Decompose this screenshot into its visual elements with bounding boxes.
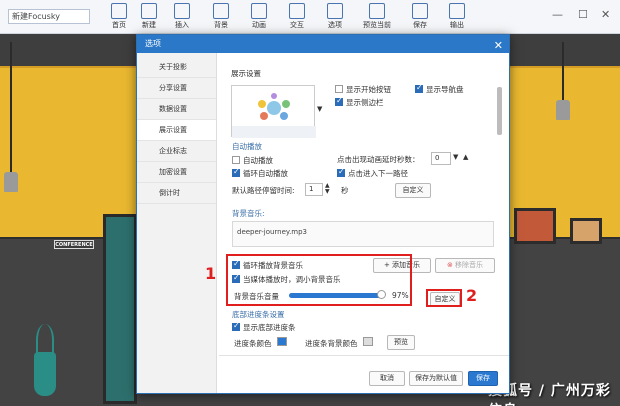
theme-preview-icon (232, 93, 316, 138)
dialog-titlebar: 选项 ✕ (137, 35, 509, 53)
footer-divider (219, 355, 509, 356)
save-toolbar-button[interactable]: 保存 (403, 2, 437, 32)
options-icon (327, 3, 343, 19)
stepper-down-icon[interactable]: ▼ (453, 153, 458, 161)
customize-button-1[interactable]: 自定义 (395, 183, 431, 198)
animation-button[interactable]: 动画 (242, 2, 276, 32)
export-icon (449, 3, 465, 19)
path-stay-stepper-icon[interactable]: ▲ ▼ (325, 183, 330, 195)
home-button[interactable]: 首页 (102, 2, 136, 32)
click-anim-delay-label: 点击出现动画延时秒数： (337, 155, 420, 164)
hanging-lamp-cord (562, 42, 564, 100)
insert-icon (174, 3, 190, 19)
progress-bg-color-swatch[interactable] (363, 337, 373, 346)
save-icon (412, 3, 428, 19)
remove-music-button[interactable]: ⊗ 移除音乐 (435, 258, 495, 273)
bottom-progress-title: 底部进度条设置 (232, 310, 285, 319)
show-navigation-checkbox[interactable] (415, 83, 423, 93)
annotation-box-1 (226, 254, 412, 306)
remove-icon: ⊗ (446, 261, 456, 269)
door (103, 214, 137, 404)
nav-item-logo[interactable]: 企业标志 (137, 141, 216, 162)
nav-item-share[interactable]: 分享设置 (137, 78, 216, 99)
theme-thumbnail[interactable] (231, 85, 316, 138)
nav-item-encrypt[interactable]: 加密设置 (137, 162, 216, 183)
show-start-button-checkbox[interactable] (335, 85, 343, 93)
progress-color-label: 进度条颜色 (234, 339, 272, 348)
path-stay-input[interactable]: 1 (305, 183, 323, 196)
save-button[interactable]: 保存 (468, 371, 498, 386)
interaction-button[interactable]: 交互 (280, 2, 314, 32)
show-sidebar-checkbox[interactable] (335, 96, 343, 106)
close-icon[interactable]: ✕ (494, 37, 503, 55)
preview-icon (369, 3, 385, 19)
background-button[interactable]: 背景 (204, 2, 238, 32)
hanging-lamp-icon (556, 100, 570, 120)
plant-pot (34, 352, 56, 396)
show-bottom-progress-checkbox[interactable] (232, 321, 240, 331)
document-title-field[interactable]: 新建Focusky (8, 9, 90, 24)
minimize-icon[interactable]: — (552, 8, 563, 21)
background-icon (213, 3, 229, 19)
dialog-title: 选项 (145, 39, 161, 48)
hanging-lamp-icon (4, 172, 18, 192)
progress-bg-color-label: 进度条背景颜色 (305, 339, 358, 348)
theme-dropdown-icon[interactable]: ▼ (317, 105, 322, 113)
export-button[interactable]: 输出 (440, 2, 474, 32)
annotation-number-2: 2 (466, 286, 478, 305)
interaction-icon (289, 3, 305, 19)
display-settings-title: 展示设置 (231, 69, 261, 78)
loop-autoplay-checkbox[interactable] (232, 167, 240, 177)
options-button[interactable]: 选项 (318, 2, 352, 32)
content-scrollbar[interactable] (497, 87, 502, 135)
new-button[interactable]: 新建 (132, 2, 166, 32)
home-icon (111, 3, 127, 19)
conference-sign: CONFERENCE (54, 240, 94, 249)
bgm-file-box[interactable]: deeper-journey.mp3 (232, 221, 494, 247)
wall-painting (514, 208, 556, 244)
click-next-path-checkbox[interactable] (337, 167, 345, 177)
nav-item-display[interactable]: 展示设置 (137, 120, 216, 141)
cancel-button[interactable]: 取消 (369, 371, 405, 386)
main-toolbar: 新建Focusky 首页 新建 插入 背景 动画 交互 选项 预览当前 保存 输… (0, 0, 620, 34)
bgm-section-title: 背景音乐: (232, 209, 265, 218)
hanging-lamp-cord (10, 42, 12, 172)
path-stay-label: 默认路径停留时间: (232, 186, 295, 195)
close-window-icon[interactable]: ✕ (601, 8, 610, 21)
annotation-number-1: 1 (205, 264, 217, 283)
animation-icon (251, 3, 267, 19)
nav-item-about[interactable]: 关于投影 (137, 57, 216, 78)
nav-item-data[interactable]: 数据设置 (137, 99, 216, 120)
preview-button[interactable]: 预览 (387, 335, 415, 350)
progress-color-swatch[interactable] (277, 337, 287, 346)
new-file-icon (141, 3, 157, 19)
nav-item-countdown[interactable]: 倒计时 (137, 183, 216, 204)
bgm-filename: deeper-journey.mp3 (237, 228, 308, 236)
autoplay-section-title: 自动播放 (232, 142, 262, 151)
insert-button[interactable]: 插入 (165, 2, 199, 32)
save-default-button[interactable]: 保存为默认值 (409, 371, 463, 386)
options-nav: 关于投影 分享设置 数据设置 展示设置 企业标志 加密设置 倒计时 (137, 53, 217, 393)
maximize-icon[interactable]: ☐ (578, 8, 588, 21)
options-dialog: 选项 ✕ 关于投影 分享设置 数据设置 展示设置 企业标志 加密设置 倒计时 展… (136, 34, 510, 394)
autoplay-checkbox[interactable] (232, 156, 240, 164)
stepper-up-icon[interactable]: ▲ (463, 153, 468, 161)
annotation-box-2 (426, 289, 462, 307)
click-anim-delay-input[interactable]: 0 (431, 152, 451, 165)
wall-painting (570, 218, 602, 244)
preview-current-button[interactable]: 预览当前 (355, 2, 399, 32)
